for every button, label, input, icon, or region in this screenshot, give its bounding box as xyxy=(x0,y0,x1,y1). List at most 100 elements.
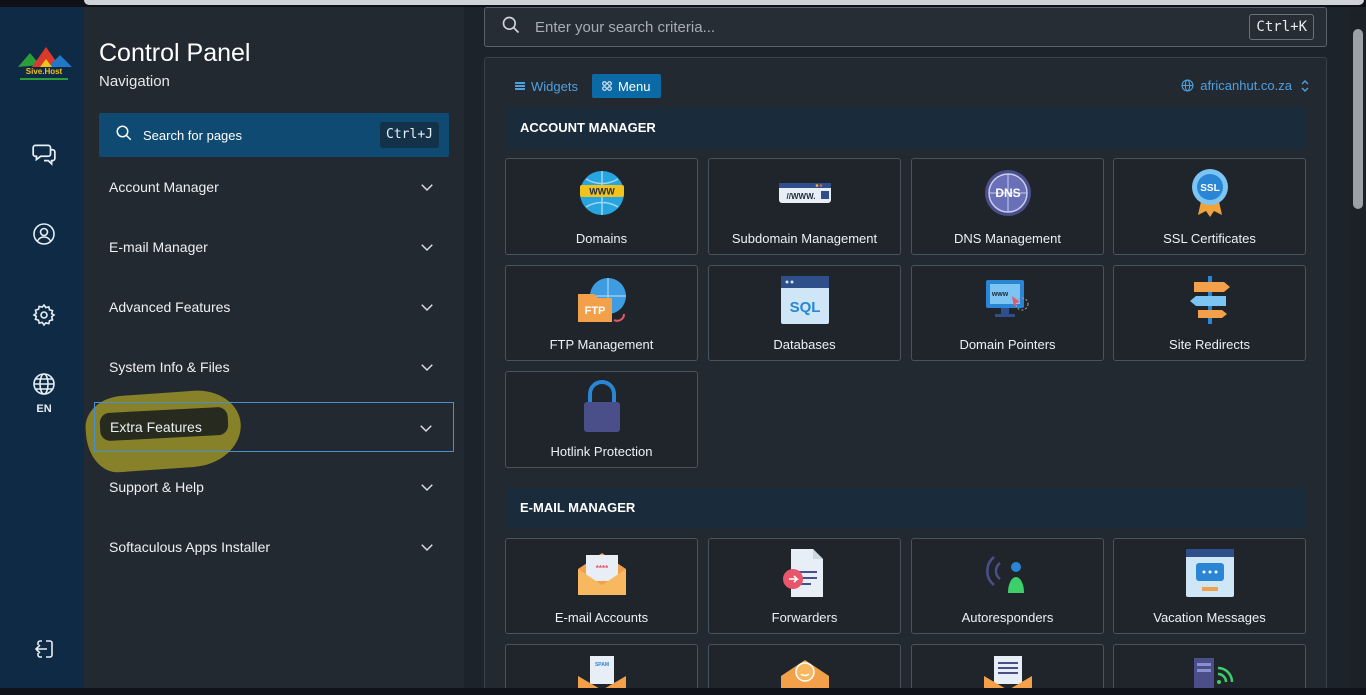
chevron-down-icon xyxy=(421,244,433,252)
search-icon xyxy=(501,15,521,40)
tab-menu[interactable]: Menu xyxy=(591,74,661,98)
svg-text:****: **** xyxy=(595,564,608,573)
tile-label: Autoresponders xyxy=(961,610,1054,625)
sql-database-icon: SQL xyxy=(775,272,835,328)
nav-subtitle: Navigation xyxy=(99,73,170,90)
brand-logo: Sive.Host xyxy=(16,47,72,80)
nav-search-placeholder: Search for pages xyxy=(143,127,243,143)
tile-label: Vacation Messages xyxy=(1153,610,1266,625)
sort-chevrons-icon xyxy=(1301,79,1309,92)
tile-hotlink-protection[interactable]: Hotlink Protection xyxy=(505,371,698,468)
grid-icon xyxy=(602,81,612,91)
calendar-message-icon xyxy=(1180,545,1240,601)
url-bar-icon: //WWW. xyxy=(775,165,835,221)
nav-item-system-info-files[interactable]: System Info & Files xyxy=(94,342,454,392)
tile-subdomain-management[interactable]: //WWW. Subdomain Management xyxy=(708,158,901,255)
tile-site-redirects[interactable]: Site Redirects xyxy=(1113,265,1306,361)
chevron-down-icon xyxy=(421,544,433,552)
tile-label: SSL Certificates xyxy=(1163,231,1256,246)
svg-text:SQL: SQL xyxy=(789,299,820,316)
forward-document-icon xyxy=(775,545,835,601)
svg-text:WWW: WWW xyxy=(589,187,615,197)
nav-item-email-manager[interactable]: E-mail Manager xyxy=(94,222,454,272)
nav-item-label: Extra Features xyxy=(110,419,202,435)
tile-label: DNS Management xyxy=(954,231,1061,246)
tile-label: E-mail Accounts xyxy=(554,610,649,625)
nav-item-account-manager[interactable]: Account Manager xyxy=(94,162,454,212)
tile-domains[interactable]: WWW Domains xyxy=(505,158,698,255)
globe-icon xyxy=(1181,79,1194,92)
chevron-down-icon xyxy=(420,425,432,433)
view-tabs: Widgets Menu xyxy=(505,74,661,98)
global-search-placeholder: Enter your search criteria... xyxy=(535,18,716,36)
tile-label: Site Redirects xyxy=(1169,337,1250,352)
brand-logo-text: Sive.Host xyxy=(26,67,63,76)
chevron-down-icon xyxy=(421,364,433,372)
section-header-email-manager: E-MAIL MANAGER xyxy=(505,488,1306,528)
tile-label: Databases xyxy=(773,337,836,352)
browser-top-strip xyxy=(0,0,1366,7)
icon-rail: Sive.Host EN xyxy=(0,7,84,688)
chevron-down-icon xyxy=(421,184,433,192)
chevron-down-icon xyxy=(421,304,433,312)
tile-ssl-certificates[interactable]: SSL SSL Certificates xyxy=(1113,158,1306,255)
tile-label: Domain Pointers xyxy=(959,337,1056,352)
tile-label: Hotlink Protection xyxy=(550,444,653,459)
gear-icon[interactable] xyxy=(22,293,66,337)
menu-panel: Widgets Menu africanhut.co.za ACCOUNT MA… xyxy=(484,57,1327,695)
domain-selector[interactable]: africanhut.co.za xyxy=(1181,78,1310,93)
tile-forwarders[interactable]: Forwarders xyxy=(708,538,901,634)
nav-item-label: Advanced Features xyxy=(109,299,231,315)
user-circle-icon[interactable] xyxy=(22,212,66,256)
tile-vacation-messages[interactable]: Vacation Messages xyxy=(1113,538,1306,634)
search-icon xyxy=(115,124,133,147)
tab-widgets-label: Widgets xyxy=(531,78,578,94)
tile-label: Domains xyxy=(575,231,628,246)
ssl-badge-icon: SSL xyxy=(1180,165,1240,221)
main-content: Enter your search criteria... Ctrl+K Wid… xyxy=(464,7,1350,695)
nav-item-extra-features[interactable]: Extra Features xyxy=(94,402,454,452)
page-scrollbar[interactable] xyxy=(1350,7,1366,688)
nav-item-advanced-features[interactable]: Advanced Features xyxy=(94,282,454,332)
svg-text:FTP: FTP xyxy=(584,305,605,317)
tile-databases[interactable]: SQL Databases xyxy=(708,265,901,361)
scrollbar-thumb[interactable] xyxy=(1353,29,1363,209)
page-title: Control Panel xyxy=(99,39,251,67)
padlock-icon xyxy=(572,378,632,434)
svg-text://WWW.: //WWW. xyxy=(786,192,815,201)
nav-item-label: E-mail Manager xyxy=(109,239,208,255)
screen: Sive.Host EN Control Panel Navigation Se… xyxy=(0,0,1366,695)
language-label[interactable]: EN xyxy=(22,403,66,415)
global-search-input[interactable]: Enter your search criteria... Ctrl+K xyxy=(484,7,1327,47)
list-icon xyxy=(515,82,525,90)
svg-text:DNS: DNS xyxy=(995,186,1020,200)
browser-tab-edge xyxy=(84,0,1364,5)
global-search-shortcut: Ctrl+K xyxy=(1249,14,1314,40)
nav-item-support-help[interactable]: Support & Help xyxy=(94,462,454,512)
tile-email-accounts[interactable]: **** E-mail Accounts xyxy=(505,538,698,634)
auto-signal-person-icon xyxy=(978,545,1038,601)
section-header-account-manager: ACCOUNT MANAGER xyxy=(505,108,1306,148)
chat-icon[interactable] xyxy=(22,131,66,175)
nav-search-box[interactable]: Search for pages Ctrl+J xyxy=(99,113,449,157)
logout-icon[interactable] xyxy=(22,627,66,671)
www-globe-icon: WWW xyxy=(572,165,632,221)
tile-dns-management[interactable]: DNS DNS Management xyxy=(911,158,1104,255)
nav-item-softaculous[interactable]: Softaculous Apps Installer xyxy=(94,522,454,572)
nav-search-shortcut: Ctrl+J xyxy=(380,122,439,148)
tab-widgets[interactable]: Widgets xyxy=(515,79,578,94)
tab-menu-label: Menu xyxy=(617,78,651,94)
globe-icon[interactable] xyxy=(22,362,66,406)
envelope-password-icon: **** xyxy=(572,545,632,601)
tile-label: Subdomain Management xyxy=(731,231,878,246)
tile-label: Forwarders xyxy=(771,610,838,625)
tile-label: FTP Management xyxy=(549,337,654,352)
bottom-edge xyxy=(0,688,1366,695)
tile-autoresponders[interactable]: Autoresponders xyxy=(911,538,1104,634)
nav-item-label: Support & Help xyxy=(109,479,204,495)
dns-globe-icon: DNS xyxy=(978,165,1038,221)
tile-ftp-management[interactable]: FTP FTP Management xyxy=(505,265,698,361)
tile-domain-pointers[interactable]: www Domain Pointers xyxy=(911,265,1104,361)
nav-item-label: System Info & Files xyxy=(109,359,230,375)
nav-item-label: Softaculous Apps Installer xyxy=(109,539,271,555)
